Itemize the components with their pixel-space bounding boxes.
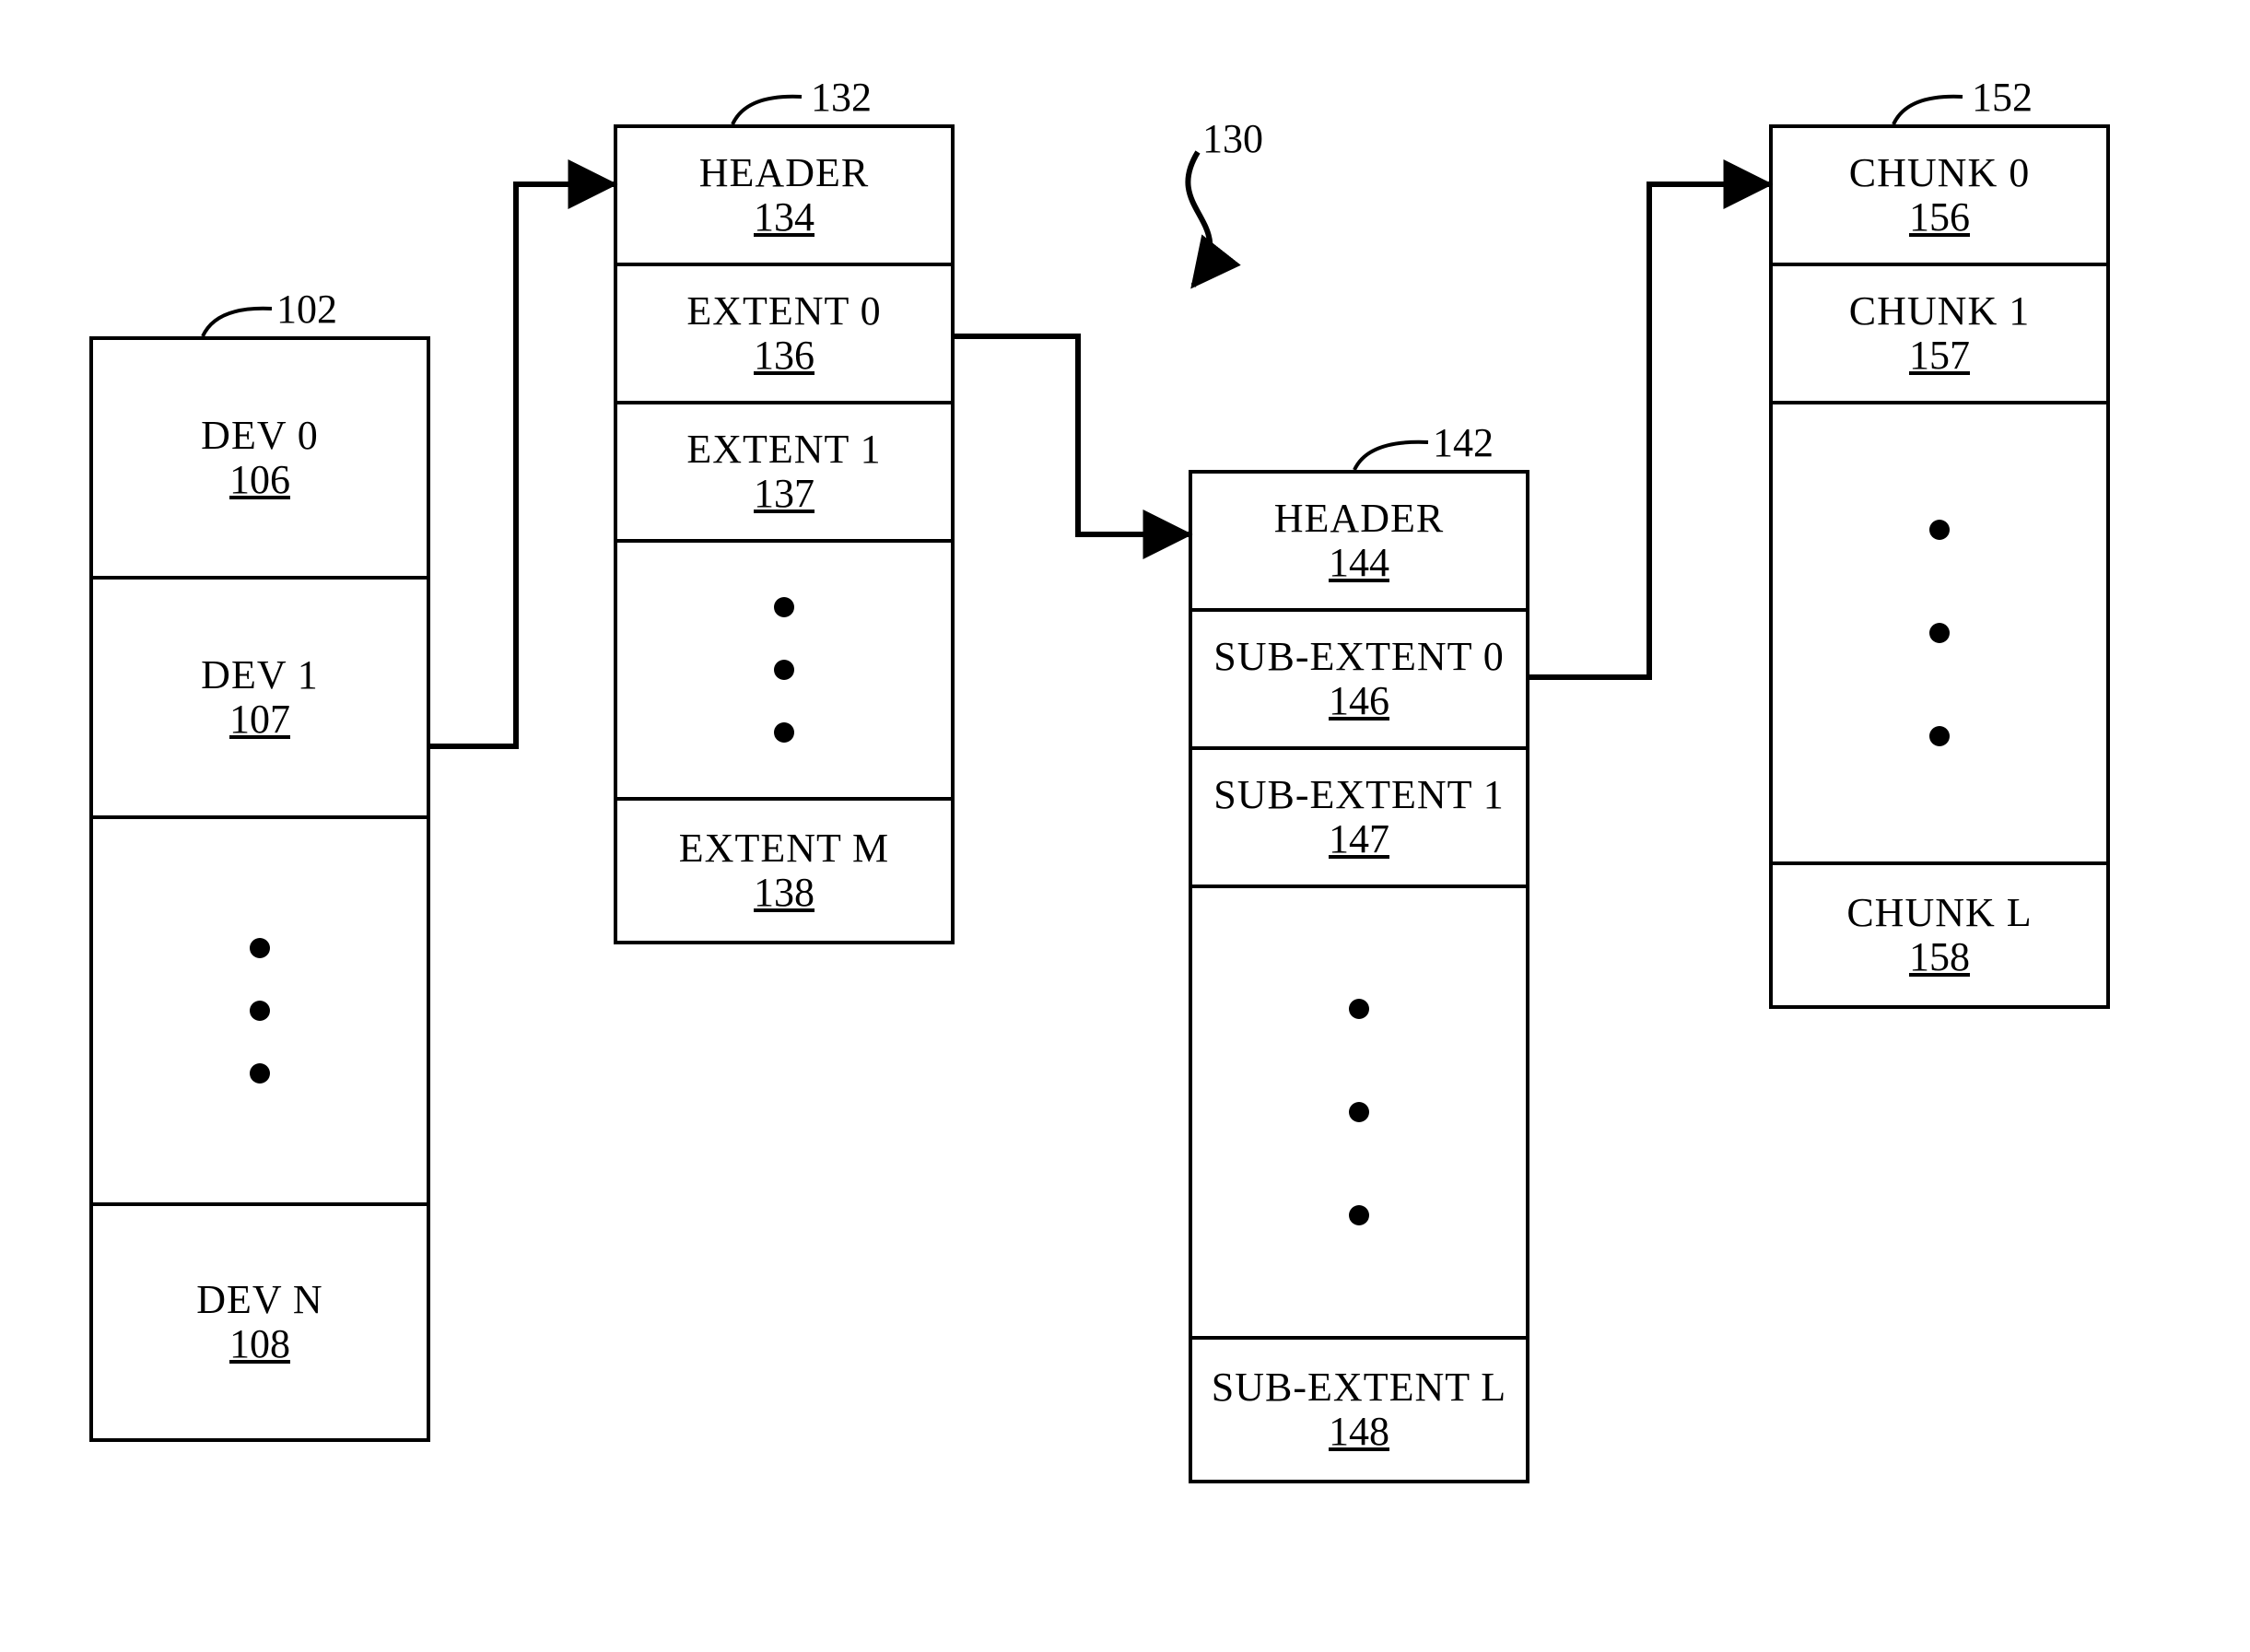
cell-chunk-l: CHUNK L 158 [1773,865,2106,1005]
cell-dev-n: DEV N 108 [93,1206,427,1438]
dot-icon [1349,1102,1369,1122]
label-sub-l: SUB-EXTENT L [1212,1366,1506,1409]
cell-sub-dots [1192,888,1526,1340]
label-sub-header: HEADER [1274,498,1444,540]
dot-icon [250,1063,270,1084]
label-ext-0: EXTENT 0 [686,290,881,333]
ref-sub-0: 146 [1329,680,1389,722]
cell-sub-0: SUB-EXTENT 0 146 [1192,612,1526,750]
cell-chunk-0: CHUNK 0 156 [1773,128,2106,266]
ref-ext-0: 136 [754,334,814,377]
dots-dev [93,819,427,1202]
cell-chunk-1: CHUNK 1 157 [1773,266,2106,404]
dot-icon [1349,1205,1369,1225]
ref-dev-n: 108 [229,1323,290,1365]
label-ext-m: EXTENT M [679,827,889,870]
ref-sub-header: 144 [1329,542,1389,584]
cell-ext-0: EXTENT 0 136 [617,266,951,404]
cell-dev-1: DEV 1 107 [93,580,427,819]
tag-152: 152 [1972,74,2033,121]
ref-chunk-l: 158 [1909,936,1970,978]
label-dev-0: DEV 0 [201,415,319,457]
dot-icon [774,660,794,680]
tag-132: 132 [811,74,872,121]
dot-icon [1349,999,1369,1019]
tag-142: 142 [1433,419,1494,466]
box-subextent: HEADER 144 SUB-EXTENT 0 146 SUB-EXTENT 1… [1189,470,1529,1483]
cell-dev-0: DEV 0 106 [93,340,427,580]
label-chunk-0: CHUNK 0 [1849,152,2030,194]
dots-chunk [1773,404,2106,861]
dot-icon [774,722,794,743]
dot-icon [774,597,794,617]
ref-ext-m: 138 [754,872,814,914]
cell-ext-header: HEADER 134 [617,128,951,266]
dot-icon [250,1001,270,1021]
label-chunk-l: CHUNK L [1846,892,2032,934]
tag-130: 130 [1202,115,1263,162]
ref-chunk-1: 157 [1909,334,1970,377]
cell-sub-l: SUB-EXTENT L 148 [1192,1340,1526,1480]
dot-icon [1929,623,1950,643]
label-dev-1: DEV 1 [201,654,319,697]
box-extent: HEADER 134 EXTENT 0 136 EXTENT 1 137 EXT… [614,124,955,944]
cell-sub-header: HEADER 144 [1192,474,1526,612]
ref-sub-l: 148 [1329,1411,1389,1453]
cell-dev-dots [93,819,427,1206]
label-dev-n: DEV N [196,1279,322,1321]
ref-sub-1: 147 [1329,818,1389,861]
ref-ext-1: 137 [754,473,814,515]
tag-102: 102 [276,286,337,333]
label-ext-header: HEADER [699,152,869,194]
dot-icon [250,938,270,958]
box-dev: DEV 0 106 DEV 1 107 DEV N 108 [89,336,430,1442]
cell-ext-dots [617,543,951,801]
box-chunk: CHUNK 0 156 CHUNK 1 157 CHUNK L 158 [1769,124,2110,1009]
ref-ext-header: 134 [754,196,814,239]
diagram-canvas: 102 132 130 142 152 DEV 0 106 DEV 1 107 … [0,0,2250,1652]
ref-dev-1: 107 [229,698,290,741]
label-sub-0: SUB-EXTENT 0 [1213,636,1505,678]
label-ext-1: EXTENT 1 [686,428,881,471]
dots-ext [617,543,951,797]
ref-dev-0: 106 [229,459,290,501]
ref-chunk-0: 156 [1909,196,1970,239]
dot-icon [1929,520,1950,540]
cell-ext-1: EXTENT 1 137 [617,404,951,543]
label-sub-1: SUB-EXTENT 1 [1213,774,1505,816]
cell-ext-m: EXTENT M 138 [617,801,951,941]
cell-chunk-dots [1773,404,2106,865]
cell-sub-1: SUB-EXTENT 1 147 [1192,750,1526,888]
dots-sub [1192,888,1526,1336]
dot-icon [1929,726,1950,746]
label-chunk-1: CHUNK 1 [1849,290,2030,333]
